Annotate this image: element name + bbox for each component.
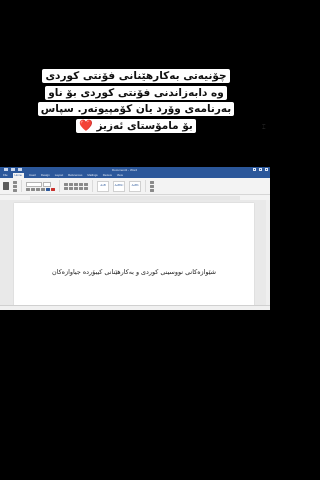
style-heading2[interactable]: AaBb — [129, 180, 141, 192]
align-center-icon[interactable] — [69, 186, 73, 190]
mouse-cursor-icon: ⌶ — [262, 124, 266, 131]
editing-group — [150, 180, 154, 192]
bullets-icon[interactable] — [64, 182, 68, 186]
font-size-field[interactable] — [43, 181, 51, 187]
paste-icon[interactable] — [3, 182, 9, 190]
window-title: Document1 - Word — [112, 168, 138, 172]
window-controls — [253, 168, 268, 171]
justify-icon[interactable] — [79, 186, 83, 190]
redo-icon[interactable] — [18, 168, 22, 171]
quick-access-toolbar — [4, 168, 22, 171]
copy-icon[interactable] — [13, 184, 17, 188]
font-group — [26, 181, 55, 191]
underline-icon[interactable] — [36, 187, 40, 191]
highlight-icon[interactable] — [46, 187, 50, 191]
minimize-icon[interactable] — [253, 168, 256, 171]
tab-mailings[interactable]: Mailings — [87, 173, 97, 178]
tab-design[interactable]: Design — [41, 173, 50, 178]
undo-icon[interactable] — [11, 168, 15, 171]
document-text: شێوازەکانی نووسینی کوردی و بەکارهێنانی ک… — [52, 268, 216, 276]
align-left-icon[interactable] — [64, 186, 68, 190]
decrease-indent-icon[interactable] — [79, 182, 83, 186]
replace-icon[interactable] — [150, 184, 154, 188]
italic-icon[interactable] — [31, 187, 35, 191]
line-spacing-icon[interactable] — [84, 186, 88, 190]
title-bar: Document1 - Word — [0, 167, 270, 173]
caption-line: بەرنامەی وۆرد یان کۆمپیوتەر. سپاس — [37, 102, 235, 116]
paragraph-group — [64, 182, 88, 190]
ribbon: AaB AaBbC AaBb — [0, 178, 270, 195]
ribbon-divider — [21, 180, 22, 192]
style-normal[interactable]: AaB — [97, 180, 109, 192]
ribbon-divider — [59, 180, 60, 192]
tab-references[interactable]: References — [68, 173, 82, 178]
document-area: شێوازەکانی نووسینی کوردی و بەکارهێنانی ک… — [0, 200, 270, 306]
numbering-icon[interactable] — [69, 182, 73, 186]
word-window: Document1 - Word File Home Insert Design… — [0, 167, 270, 310]
tab-review[interactable]: Review — [103, 173, 112, 178]
tab-home[interactable]: Home — [12, 173, 24, 178]
ribbon-divider — [145, 180, 146, 192]
vertical-scrollbar[interactable] — [266, 200, 270, 306]
select-icon[interactable] — [150, 188, 154, 192]
tab-view[interactable]: View — [117, 173, 123, 178]
save-icon[interactable] — [4, 168, 8, 171]
heart-emoji-icon: ❤️ — [79, 118, 93, 132]
document-page[interactable]: شێوازەکانی نووسینی کوردی و بەکارهێنانی ک… — [14, 203, 254, 306]
caption-line: وە دابەزاندنی فۆنتی کوردی بۆ ناو — [45, 85, 227, 100]
close-icon[interactable] — [265, 168, 268, 171]
caption-line: چۆنیەتی بەکارهێنانی فۆنتی کوردی — [42, 69, 230, 83]
strikethrough-icon[interactable] — [41, 187, 45, 191]
align-right-icon[interactable] — [74, 186, 78, 190]
find-icon[interactable] — [150, 180, 154, 184]
tab-file[interactable]: File — [3, 173, 8, 178]
status-bar — [0, 305, 270, 310]
maximize-icon[interactable] — [259, 168, 262, 171]
format-painter-icon[interactable] — [13, 188, 17, 192]
font-name-field[interactable] — [26, 181, 42, 187]
cut-icon[interactable] — [13, 180, 17, 184]
bold-icon[interactable] — [26, 187, 30, 191]
ribbon-divider — [92, 180, 93, 192]
tab-layout[interactable]: Layout — [55, 173, 63, 178]
tab-insert[interactable]: Insert — [29, 173, 36, 178]
font-color-icon[interactable] — [51, 187, 55, 191]
caption-line-last: بۆ مامۆستای ئەزیز ❤️ — [76, 118, 196, 133]
multilevel-list-icon[interactable] — [74, 182, 78, 186]
caption-line-text: بۆ مامۆستای ئەزیز — [96, 119, 193, 132]
clipboard-group — [13, 180, 17, 192]
video-caption: چۆنیەتی بەکارهێنانی فۆنتی کوردی وە دابەز… — [36, 68, 236, 134]
style-heading1[interactable]: AaBbC — [113, 180, 125, 192]
increase-indent-icon[interactable] — [84, 182, 88, 186]
